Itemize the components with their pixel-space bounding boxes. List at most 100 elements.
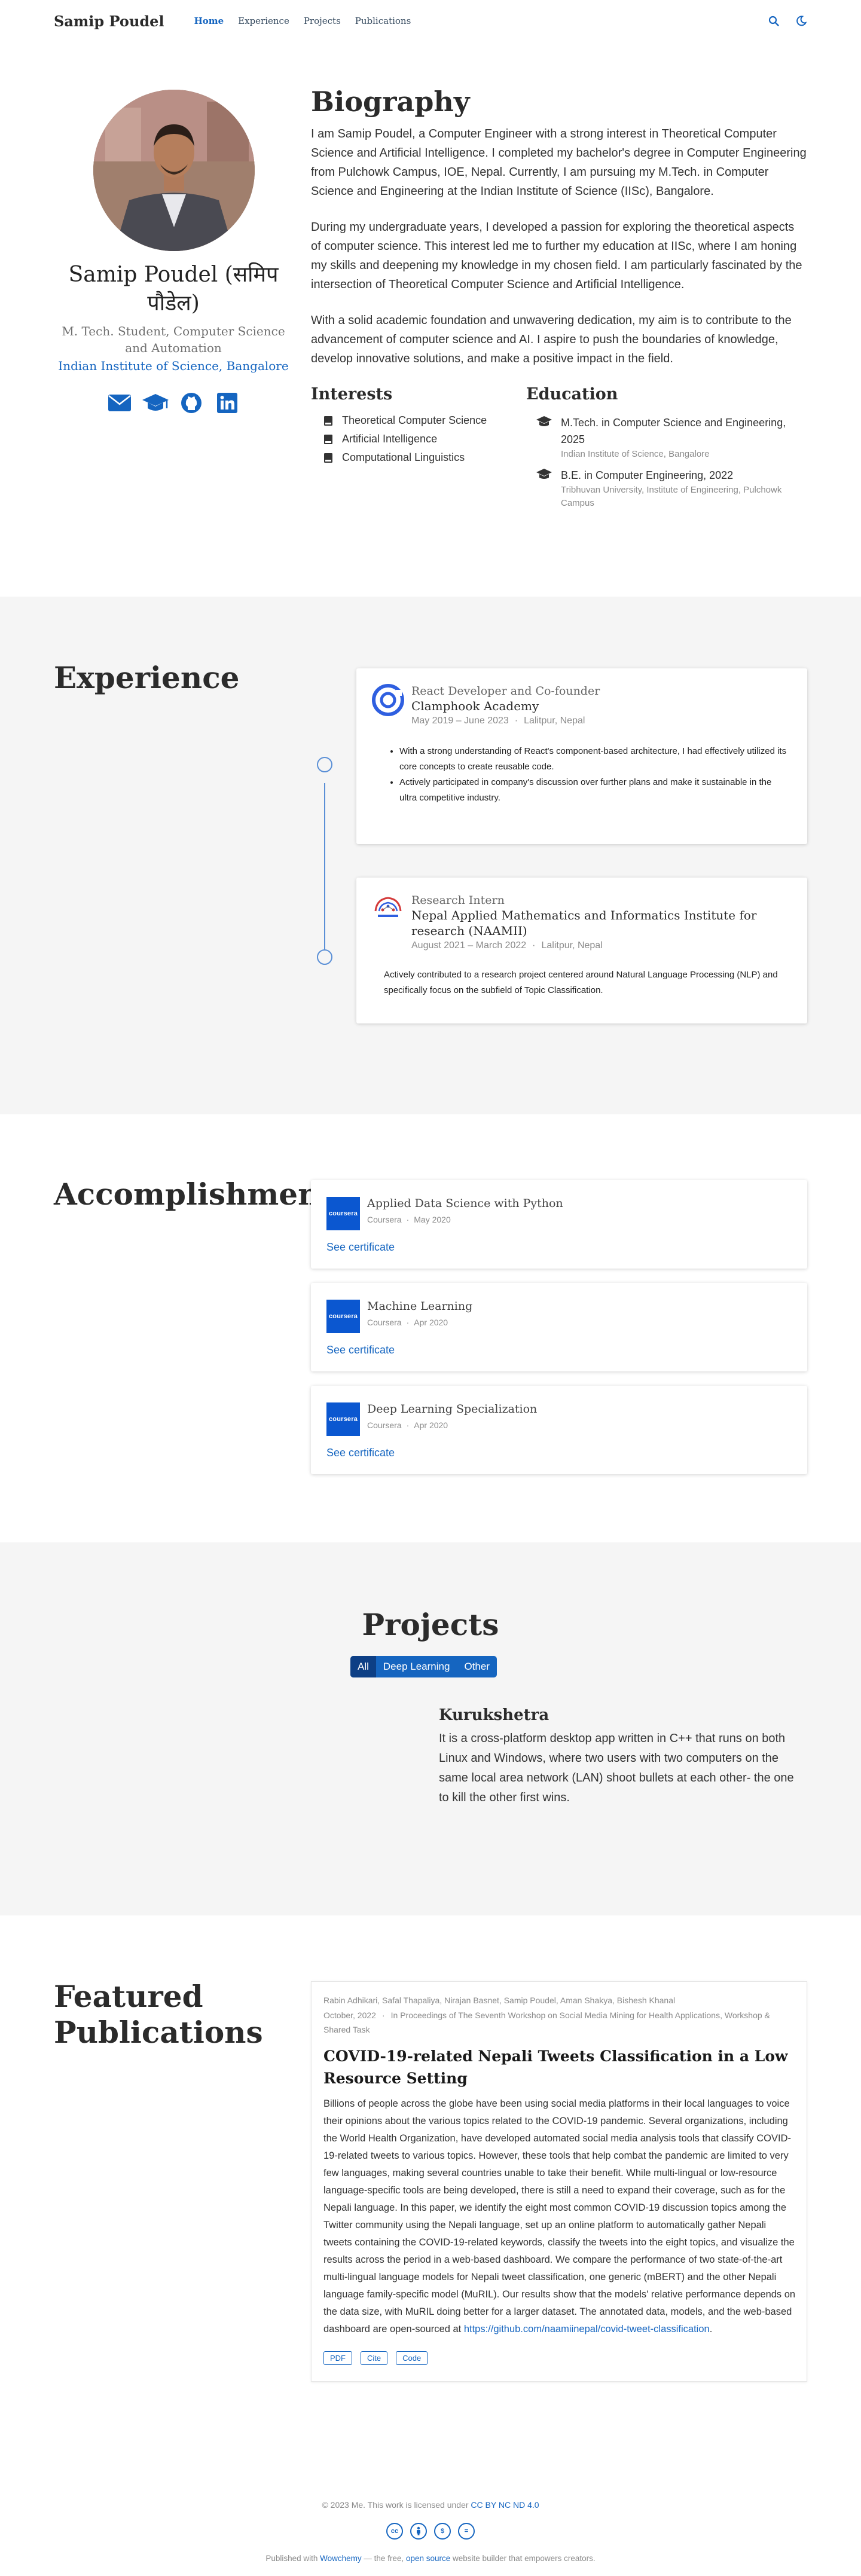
- see-certificate-link[interactable]: See certificate: [326, 1447, 395, 1459]
- nav-link-projects[interactable]: Projects: [297, 16, 348, 26]
- filter-other[interactable]: Other: [457, 1656, 497, 1677]
- clamphook-logo: [372, 684, 404, 716]
- envelope-icon[interactable]: [106, 390, 133, 416]
- publication-card: Rabin Adhikari, Safal Thapaliya, Nirajan…: [311, 1981, 807, 2382]
- interest-label: Artificial Intelligence: [342, 433, 438, 445]
- powered-middle: — the free,: [361, 2554, 406, 2563]
- experience-title: Experience: [54, 660, 240, 695]
- experience-description: With a strong understanding of React's c…: [383, 744, 789, 806]
- accomplishment-title: Machine Learning: [367, 1300, 473, 1313]
- moon-icon[interactable]: [795, 15, 807, 27]
- experience-description: Actively contributed to a research proje…: [384, 970, 778, 995]
- education-item: M.Tech. in Computer Science and Engineer…: [536, 414, 807, 461]
- project-description: It is a cross-platform desktop app writt…: [439, 1732, 794, 1804]
- pdf-button[interactable]: PDF: [323, 2351, 352, 2365]
- book-icon: [324, 434, 332, 444]
- projects-section: Projects All Deep Learning Other Kuruksh…: [0, 1542, 861, 1915]
- profile-organization-link[interactable]: Indian Institute of Science, Bangalore: [54, 359, 293, 373]
- interest-label: Theoretical Computer Science: [342, 414, 487, 426]
- cc-icon[interactable]: cc: [386, 2523, 403, 2540]
- github-icon[interactable]: [178, 390, 205, 416]
- experience-role: Research Intern: [411, 894, 505, 907]
- nav-link-experience[interactable]: Experience: [231, 16, 297, 26]
- experience-header: React Developer and Co-founder Clamphook…: [411, 684, 600, 728]
- social-links: [54, 390, 293, 416]
- publication-venue: In Proceedings of The Seventh Workshop o…: [323, 2010, 770, 2034]
- interest-item: Theoretical Computer Science: [324, 414, 526, 427]
- accomplishment-date: May 2020: [414, 1215, 451, 1224]
- experience-card: React Developer and Co-founder Clamphook…: [356, 668, 807, 844]
- open-source-link[interactable]: open source: [406, 2554, 450, 2563]
- accomplishment-card: coursera Machine Learning Coursera · Apr 2…: [311, 1283, 807, 1371]
- powered-prefix: Published with: [265, 2554, 320, 2563]
- code-button[interactable]: Code: [396, 2351, 428, 2365]
- linkedin-icon[interactable]: [213, 390, 241, 416]
- by-icon[interactable]: [410, 2523, 427, 2540]
- filter-deep-learning[interactable]: Deep Learning: [376, 1656, 457, 1677]
- nd-icon[interactable]: =: [458, 2523, 475, 2540]
- license-link[interactable]: CC BY NC ND 4.0: [471, 2500, 539, 2510]
- bio-columns: Interests Theoretical Computer Science A…: [311, 385, 807, 516]
- copyright-prefix: © 2023 Me. This work is licensed under: [322, 2500, 471, 2510]
- experience-meta: May 2019 – June 2023 · Lalitpur, Nepal: [411, 716, 585, 726]
- interest-item: Artificial Intelligence: [324, 433, 526, 445]
- interest-item: Computational Linguistics: [324, 451, 526, 464]
- filter-all[interactable]: All: [350, 1656, 376, 1677]
- publication-date: October, 2022: [323, 2010, 376, 2020]
- wowchemy-link[interactable]: Wowchemy: [320, 2554, 362, 2563]
- publication-buttons: PDF Cite Code: [323, 2351, 428, 2365]
- nav-link-publications[interactable]: Publications: [348, 16, 419, 26]
- search-icon[interactable]: [768, 15, 780, 27]
- publication-title[interactable]: COVID-19-related Nepali Tweets Classific…: [323, 2045, 796, 2089]
- nav-link-home[interactable]: Home: [187, 16, 231, 26]
- navbar: Samip Poudel Home Experience Projects Pu…: [0, 0, 861, 42]
- interest-label: Computational Linguistics: [342, 451, 465, 463]
- education-column: Education M.Tech. in Computer Science an…: [526, 385, 807, 516]
- education-course: B.E. in Computer Engineering, 2022: [561, 469, 734, 481]
- bio-main: Biography I am Samip Poudel, a Computer …: [311, 84, 807, 516]
- publications-title: Featured Publications: [54, 1979, 263, 2050]
- publication-meta: October, 2022 · In Proceedings of The Seve…: [323, 2010, 770, 2034]
- book-icon: [324, 415, 332, 426]
- publication-code-link[interactable]: https://github.com/naamiinepal/covid-twe…: [464, 2324, 710, 2334]
- coursera-logo: coursera: [326, 1197, 360, 1230]
- experience-location: Lalitpur, Nepal: [541, 940, 603, 951]
- biography-paragraph: I am Samip Poudel, a Computer Engineer w…: [311, 127, 807, 198]
- graduation-cap-icon: [536, 415, 552, 429]
- publication-authors: Rabin Adhikari, Safal Thapaliya, Nirajan…: [323, 1996, 676, 2005]
- experience-meta: August 2021 – March 2022 · Lalitpur, Nepal: [411, 940, 603, 951]
- see-certificate-link[interactable]: See certificate: [326, 1344, 395, 1356]
- profile-name: Samip Poudel (समिप पौडेल): [68, 262, 279, 316]
- graduation-cap-icon: [536, 468, 552, 481]
- project-name[interactable]: Kurukshetra: [439, 1706, 549, 1724]
- publication-abstract-text: Billions of people across the globe have…: [323, 2098, 796, 2334]
- accomplishment-org: Coursera: [367, 1318, 402, 1327]
- graduation-cap-icon[interactable]: [142, 390, 169, 416]
- experience-bullet: Actively participated in company's discu…: [399, 775, 789, 806]
- accomplishment-card: coursera Deep Learning Specialization Co…: [311, 1386, 807, 1474]
- accomplishment-date: Apr 2020: [414, 1420, 448, 1430]
- site-brand[interactable]: Samip Poudel: [54, 13, 164, 30]
- publication-abstract-end: .: [709, 2324, 713, 2334]
- interests-heading: Interests: [311, 385, 393, 404]
- book-icon: [324, 453, 332, 463]
- nav-links: Home Experience Projects Publications: [187, 16, 419, 26]
- experience-dates: August 2021 – March 2022: [411, 940, 527, 951]
- accomplishment-card: coursera Applied Data Science with Pytho…: [311, 1180, 807, 1269]
- timeline-dot: [317, 757, 332, 772]
- nc-icon[interactable]: $: [434, 2523, 451, 2540]
- accomplishment-org: Coursera: [367, 1215, 402, 1224]
- interests-column: Interests Theoretical Computer Science A…: [311, 385, 526, 516]
- experience-section: Experience React Developer and Co-founde…: [0, 597, 861, 1114]
- accomplishment-meta: Coursera · May 2020: [367, 1215, 451, 1224]
- cite-button[interactable]: Cite: [361, 2351, 388, 2365]
- accomplishment-date: Apr 2020: [414, 1318, 448, 1327]
- coursera-logo: coursera: [326, 1402, 360, 1436]
- see-certificate-link[interactable]: See certificate: [326, 1241, 395, 1254]
- accomplishment-title: Applied Data Science with Python: [367, 1197, 563, 1210]
- naamii-logo: [372, 893, 404, 925]
- avatar: [93, 90, 255, 251]
- accomplishment-meta: Coursera · Apr 2020: [367, 1420, 448, 1430]
- education-course: M.Tech. in Computer Science and Engineer…: [561, 417, 786, 445]
- profile-role: M. Tech. Student, Computer Science and A…: [62, 324, 285, 355]
